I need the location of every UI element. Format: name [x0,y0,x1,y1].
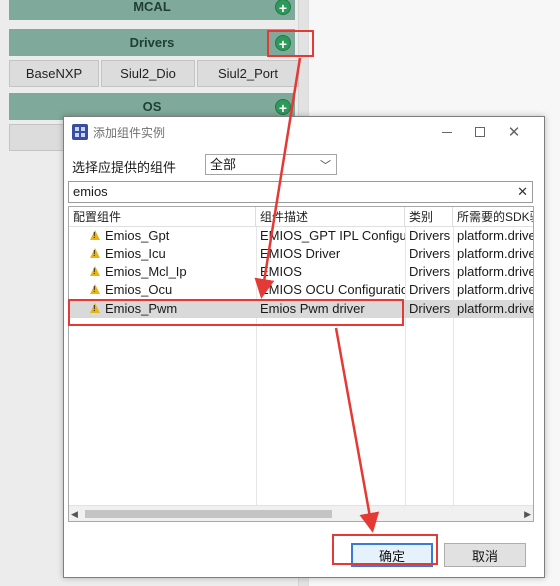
dialog-title: 添加组件实例 [93,126,166,140]
row-sdk: platform.driver [457,246,533,261]
row-category: Drivers [409,301,451,316]
warning-icon [90,248,100,258]
row-category: Drivers [409,264,451,279]
category-label: OS [142,99,162,114]
category-header-mcal: MCAL + [9,0,295,20]
os-component-placeholder[interactable] [9,124,65,151]
row-component: Emios_Icu [105,246,166,261]
column-header-description[interactable]: 组件描述 [256,207,405,227]
highlight-add-button [267,30,314,57]
warning-icon [90,284,100,294]
search-value: emios [73,184,108,199]
table-body: Emios_Gpt EMIOS_GPT IPL Configuration Dr… [69,227,533,505]
component-siul2-port[interactable]: Siul2_Port [197,60,299,87]
row-component: Emios_Gpt [105,228,170,243]
column-header-category[interactable]: 类别 [405,207,453,227]
component-basenxp[interactable]: BaseNXP [9,60,99,87]
table-row[interactable]: Emios_Gpt EMIOS_GPT IPL Configuration Dr… [69,227,533,245]
dialog-titlebar[interactable]: 添加组件实例 ✕ [64,117,544,147]
table-row[interactable]: Emios_Icu EMIOS Driver Drivers platform.… [69,245,533,263]
table-row[interactable]: Emios_Ocu EMIOS OCU Configuration Driver… [69,281,533,299]
column-header-sdk[interactable]: 所需要的SDK驱动 [453,207,533,227]
warning-icon [90,266,100,276]
row-description: EMIOS [260,264,302,279]
table-row[interactable]: Emios_Mcl_Ip EMIOS Drivers platform.driv… [69,263,533,281]
row-sdk: platform.driver [457,228,533,243]
clear-search-icon[interactable]: ✕ [517,182,528,202]
add-mcal-button[interactable]: + [275,0,291,16]
search-input[interactable]: emios ✕ [68,181,533,203]
row-sdk: platform.driver [457,282,533,297]
filter-label: 选择应提供的组件 [72,160,177,175]
component-siul2-dio[interactable]: Siul2_Dio [101,60,195,87]
filter-dropdown[interactable]: 全部 ﹀ [205,154,337,175]
row-description: EMIOS_GPT IPL Configuration [260,228,405,243]
row-category: Drivers [409,246,451,261]
chevron-down-icon: ﹀ [320,160,331,172]
drivers-component-row: BaseNXP Siul2_Dio Siul2_Port [9,60,299,87]
close-icon[interactable]: ✕ [497,120,531,144]
row-description: EMIOS OCU Configuration [260,282,405,297]
highlight-selected-row [68,299,404,326]
category-label: MCAL [133,0,171,14]
horizontal-scrollbar[interactable]: ◀ ▶ [69,505,533,521]
cancel-button[interactable]: 取消 [444,543,526,567]
scrollbar-thumb[interactable] [85,510,332,518]
highlight-ok-button [332,534,438,565]
add-os-button[interactable]: + [275,98,291,116]
row-category: Drivers [409,228,451,243]
category-label: Drivers [129,35,175,50]
warning-icon [90,230,100,240]
category-header-drivers: Drivers + [9,29,295,56]
scroll-right-icon[interactable]: ▶ [524,509,531,520]
filter-value: 全部 [210,157,237,172]
app-icon [72,124,88,140]
row-sdk: platform.driver [457,301,533,316]
row-component: Emios_Ocu [105,282,173,297]
add-component-dialog: 添加组件实例 ✕ 选择应提供的组件 全部 ﹀ emios ✕ 配置组件 组件描述… [63,116,545,578]
scroll-left-icon[interactable]: ◀ [71,509,78,520]
row-description: EMIOS Driver [260,246,341,261]
row-sdk: platform.driver [457,264,533,279]
maximize-icon[interactable] [463,120,497,144]
column-header-component[interactable]: 配置组件 [69,207,256,227]
component-table: 配置组件 组件描述 类别 所需要的SDK驱动 Emios_Gpt EMIOS_G… [68,206,534,522]
row-component: Emios_Mcl_Ip [105,264,187,279]
table-header: 配置组件 组件描述 类别 所需要的SDK驱动 [69,207,533,227]
row-category: Drivers [409,282,451,297]
minimize-icon[interactable] [430,120,464,144]
